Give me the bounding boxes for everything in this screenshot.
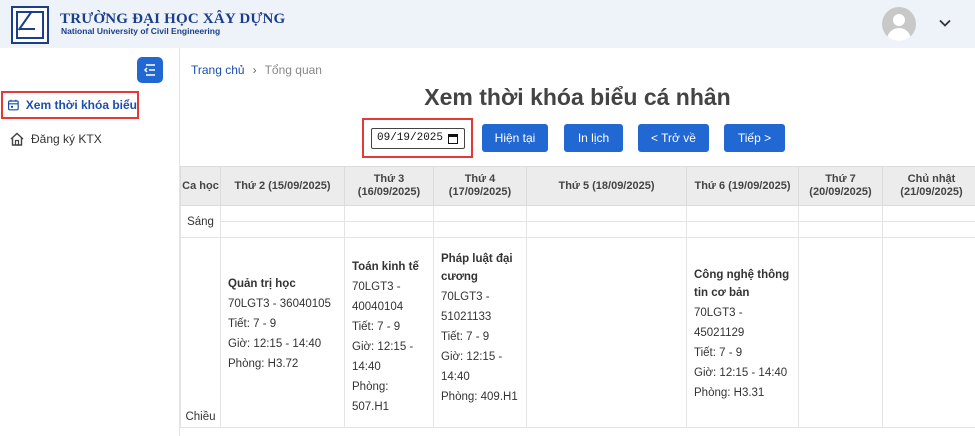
calendar-icon [7,99,19,111]
course-time: Giờ: 12:15 - 14:40 [694,367,788,379]
chevron-down-icon[interactable] [938,16,952,30]
course-period: Tiết: 7 - 9 [352,321,401,333]
breadcrumb: Trang chủ › Tổng quan [191,63,322,77]
course-room: Phòng: 507.H1 [352,381,390,413]
course-block[interactable]: Công nghệ thông tin cơ bản 70LGT3 - 4502… [687,238,798,403]
previous-week-button[interactable]: < Trở về [638,124,709,152]
today-button[interactable]: Hiện tại [482,124,548,152]
sidebar: Xem thời khóa biểu Đăng ký KTX [0,48,180,436]
breadcrumb-current: Tổng quan [264,63,322,77]
course-time: Giờ: 12:15 - 14:40 [228,338,322,350]
sidebar-toggle-button[interactable] [137,57,163,83]
course-code: 70LGT3 - 51021133 [441,291,492,323]
timetable: Ca học Thứ 2 (15/09/2025) Thứ 3 (16/09/2… [180,166,975,428]
course-code: 70LGT3 - 36040105 [228,298,331,310]
date-picker-highlight: 09/19/2025 [362,118,473,158]
course-code: 70LGT3 - 45021129 [694,307,745,339]
home-icon [10,132,24,146]
course-room: Phòng: H3.72 [228,358,299,370]
course-block[interactable]: Pháp luật đại cương 70LGT3 - 51021133 Ti… [434,238,526,407]
sidebar-item-dormitory[interactable]: Đăng ký KTX [5,125,155,153]
day-header: Thứ 3 (16/09/2025) [344,166,434,206]
timetable-cell [882,237,975,428]
day-header: Thứ 6 (19/09/2025) [686,166,799,206]
timetable-cell [798,237,883,428]
university-subtitle: National University of Civil Engineering [61,26,221,36]
day-header: Thứ 2 (15/09/2025) [220,166,345,206]
morning-row-bottom [181,221,975,238]
timetable-cell: Pháp luật đại cương 70LGT3 - 51021133 Ti… [433,237,527,428]
breadcrumb-home-link[interactable]: Trang chủ [191,63,245,77]
timetable-header-row: Ca học Thứ 2 (15/09/2025) Thứ 3 (16/09/2… [180,166,975,206]
course-block[interactable]: Quản trị học 70LGT3 - 36040105 Tiết: 7 -… [221,238,344,374]
course-period: Tiết: 7 - 9 [694,347,743,359]
timetable-cell [526,237,687,428]
course-time: Giờ: 12:15 - 14:40 [441,351,503,383]
day-header: Chủ nhật (21/09/2025) [882,166,975,206]
day-header: Thứ 5 (18/09/2025) [526,166,687,206]
sidebar-item-label: Xem thời khóa biểu [25,98,137,112]
session-afternoon: Chiều [180,237,221,428]
top-header: TRƯỜNG ĐẠI HỌC XÂY DỰNG National Univers… [0,0,975,48]
timetable-cell: Công nghệ thông tin cơ bản 70LGT3 - 4502… [686,237,799,428]
day-header: Thứ 4 (17/09/2025) [433,166,527,206]
chevron-right-icon: › [252,63,257,77]
session-header: Ca học [180,166,221,206]
course-name: Toán kinh tế [352,261,419,273]
course-period: Tiết: 7 - 9 [228,318,277,330]
sidebar-item-label: Đăng ký KTX [31,132,102,146]
course-block[interactable]: Toán kinh tế 70LGT3 - 40040104 Tiết: 7 -… [345,238,433,417]
print-button[interactable]: In lịch [564,124,623,152]
course-time: Giờ: 12:15 - 14:40 [352,341,414,373]
timetable-cell: Quản trị học 70LGT3 - 36040105 Tiết: 7 -… [220,237,345,428]
timetable-cell: Toán kinh tế 70LGT3 - 40040104 Tiết: 7 -… [344,237,434,428]
course-code: 70LGT3 - 40040104 [352,281,404,313]
course-name: Pháp luật đại cương [441,253,513,283]
university-logo[interactable] [11,6,49,44]
date-input-value: 09/19/2025 [377,132,444,144]
course-period: Tiết: 7 - 9 [441,331,490,343]
collapse-menu-icon [143,64,155,76]
user-avatar[interactable] [882,7,916,41]
page-title: Xem thời khóa biểu cá nhân [424,84,731,110]
course-name: Quản trị học [228,278,296,290]
session-morning: Sáng [180,205,221,238]
afternoon-row: Chiều Quản trị học 70LGT3 - 36040105 Tiế… [180,237,975,428]
calendar-icon[interactable] [448,134,458,144]
morning-row-top: Sáng [180,205,975,238]
next-week-button[interactable]: Tiếp > [724,124,785,152]
course-name: Công nghệ thông tin cơ bản [694,269,790,299]
date-input[interactable]: 09/19/2025 [371,128,465,149]
course-room: Phòng: H3.31 [694,387,765,399]
course-room: Phòng: 409.H1 [441,391,518,403]
day-header: Thứ 7 (20/09/2025) [798,166,883,206]
sidebar-item-timetable[interactable]: Xem thời khóa biểu [1,91,139,119]
